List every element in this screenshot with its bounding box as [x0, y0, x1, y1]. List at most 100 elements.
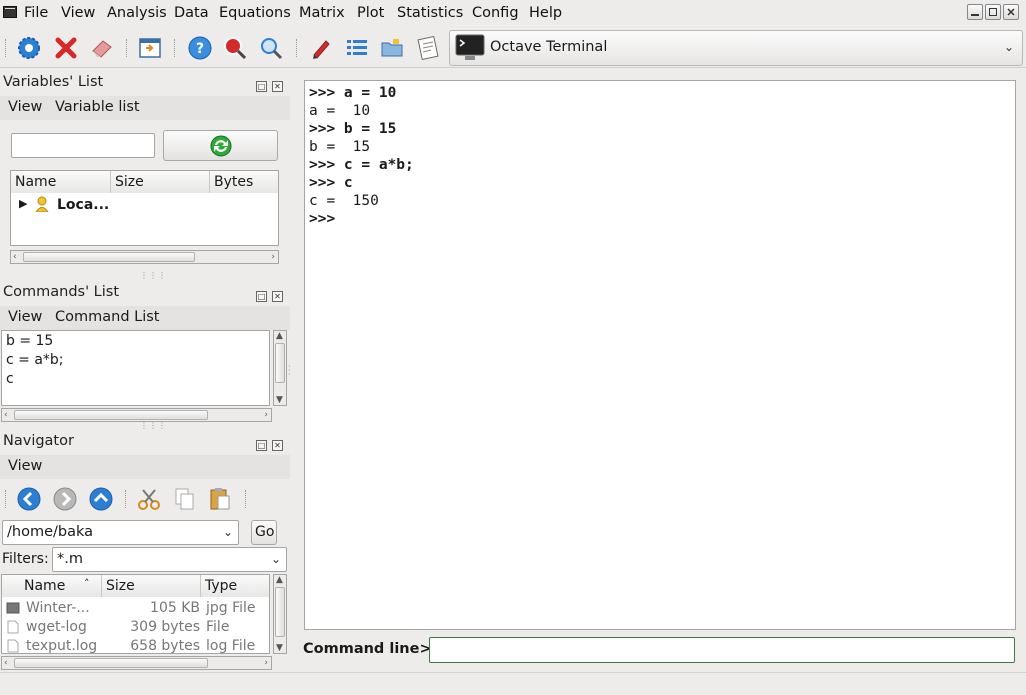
table-tool[interactable]: [136, 34, 164, 62]
notes-tool[interactable]: [414, 34, 442, 62]
table-row[interactable]: Winter-... 105 KB jpg File: [2, 599, 269, 618]
menu-equations[interactable]: Equations: [219, 5, 291, 21]
terminal-line: c = 150: [309, 193, 379, 209]
scroll-down-icon[interactable]: ▼: [276, 395, 283, 405]
list-item[interactable]: c: [6, 371, 14, 387]
cut-button[interactable]: [136, 486, 162, 516]
file-size: 309 bytes: [130, 619, 200, 635]
user-icon: [35, 196, 49, 216]
menu-statistics[interactable]: Statistics: [397, 5, 463, 21]
filters-combo[interactable]: *.m ⌄: [52, 547, 287, 572]
menu-analysis[interactable]: Analysis: [107, 5, 167, 21]
column-header-type[interactable]: Type: [201, 575, 269, 597]
back-button[interactable]: [16, 486, 42, 516]
commands-list: b = 15 c = a*b; c: [1, 330, 270, 406]
forward-button[interactable]: [52, 486, 78, 516]
variables-menu-variable-list[interactable]: Variable list: [55, 99, 140, 115]
scroll-up-icon[interactable]: ▲: [276, 331, 283, 341]
up-button[interactable]: [88, 486, 114, 516]
go-button[interactable]: Go: [251, 520, 277, 545]
files-vscrollbar[interactable]: ▲ ▼: [273, 574, 287, 654]
scroll-right-icon[interactable]: ›: [264, 658, 268, 668]
menu-matrix[interactable]: Matrix: [299, 5, 345, 21]
menu-help[interactable]: Help: [529, 5, 562, 21]
commands-vscrollbar[interactable]: ▲ ▼: [273, 330, 287, 406]
menu-data[interactable]: Data: [174, 5, 209, 21]
clear-tool[interactable]: [88, 34, 116, 62]
terminal-combo-label: Octave Terminal: [490, 39, 608, 55]
close-icon[interactable]: ✕: [272, 440, 283, 451]
commands-hscrollbar[interactable]: ‹ ›: [1, 408, 272, 422]
search-tool[interactable]: [257, 34, 285, 62]
file-name: Winter-...: [26, 600, 90, 616]
editor-tool[interactable]: [307, 34, 335, 62]
variables-menu-view[interactable]: View: [8, 99, 42, 115]
vertical-splitter-handle[interactable]: · · ·: [288, 363, 291, 379]
list-item[interactable]: c = a*b;: [6, 352, 64, 368]
table-row[interactable]: wget-log 309 bytes File: [2, 618, 269, 637]
scroll-down-icon[interactable]: ▼: [276, 643, 283, 653]
close-icon[interactable]: ✕: [272, 81, 283, 92]
path-combo[interactable]: /home/baka ⌄: [2, 520, 239, 545]
restore-icon: [989, 8, 997, 16]
column-header-size[interactable]: Size: [111, 171, 210, 193]
scroll-thumb[interactable]: [23, 252, 195, 262]
expand-arrow-icon[interactable]: ▶: [19, 197, 27, 210]
scroll-right-icon[interactable]: ›: [271, 252, 275, 262]
scroll-left-icon[interactable]: ‹: [13, 252, 17, 262]
scroll-up-icon[interactable]: ▲: [276, 575, 283, 585]
menu-view[interactable]: View: [61, 5, 95, 21]
column-header-size[interactable]: Size: [102, 575, 201, 597]
close-icon[interactable]: ✕: [272, 291, 283, 302]
variables-table: Name Size Bytes ▶ Loca...: [10, 170, 279, 246]
terminal-line: >>> b = 15: [309, 121, 397, 137]
menu-file[interactable]: File: [24, 5, 48, 21]
toolbar-separator: [296, 39, 299, 57]
table-row[interactable]: texput.log 658 bytes log File: [2, 637, 269, 653]
refresh-button[interactable]: [163, 130, 278, 161]
float-icon[interactable]: □: [256, 81, 267, 92]
help-tool[interactable]: ?: [186, 34, 214, 62]
scroll-thumb[interactable]: [275, 587, 285, 637]
commands-menu-command-list[interactable]: Command List: [55, 309, 159, 325]
terminal-output[interactable]: >>> a = 10 a = 10 >>> b = 15 b = 15 >>> …: [304, 80, 1016, 630]
search-help-tool[interactable]: [221, 34, 249, 62]
splitter-handle[interactable]: ⋮⋮⋮: [140, 271, 167, 280]
menu-plot[interactable]: Plot: [357, 5, 384, 21]
commands-menu-view[interactable]: View: [8, 309, 42, 325]
scroll-thumb[interactable]: [275, 343, 285, 383]
terminal-combo[interactable]: Octave Terminal ⌄: [449, 30, 1023, 66]
scroll-thumb[interactable]: [14, 658, 208, 668]
restore-button[interactable]: [985, 4, 1001, 20]
scroll-left-icon[interactable]: ‹: [4, 410, 8, 420]
splitter-handle[interactable]: ⋮⋮⋮: [140, 421, 167, 430]
menu-config[interactable]: Config: [472, 5, 519, 21]
float-icon[interactable]: □: [256, 291, 267, 302]
settings-tool[interactable]: [15, 34, 43, 62]
column-header-name[interactable]: Name ˄: [2, 575, 102, 597]
column-header-name[interactable]: Name: [11, 171, 111, 193]
scroll-left-icon[interactable]: ‹: [4, 658, 8, 668]
copy-button[interactable]: [172, 486, 198, 516]
stop-tool[interactable]: [52, 34, 80, 62]
navigator-panel-title: Navigator: [3, 433, 74, 449]
minimize-button[interactable]: [967, 4, 983, 20]
variables-panel-controls: □ ✕: [256, 77, 288, 92]
scroll-right-icon[interactable]: ›: [264, 410, 268, 420]
files-hscrollbar[interactable]: ‹ ›: [1, 656, 272, 670]
status-bar: [0, 672, 1026, 695]
variables-hscrollbar[interactable]: ‹ ›: [10, 250, 279, 264]
close-button[interactable]: [1003, 4, 1019, 20]
list-tool[interactable]: [343, 34, 371, 62]
navigator-menu-view[interactable]: View: [8, 458, 42, 474]
scroll-thumb[interactable]: [14, 410, 208, 420]
toolbar-separator: [174, 39, 177, 57]
table-row[interactable]: ▶ Loca...: [11, 195, 278, 215]
variables-search-input[interactable]: [11, 133, 155, 158]
float-icon[interactable]: □: [256, 440, 267, 451]
command-line-input[interactable]: [429, 637, 1015, 663]
list-item[interactable]: b = 15: [6, 333, 53, 349]
column-header-bytes[interactable]: Bytes: [210, 171, 278, 193]
open-folder-tool[interactable]: [378, 34, 406, 62]
paste-button[interactable]: [207, 486, 233, 516]
